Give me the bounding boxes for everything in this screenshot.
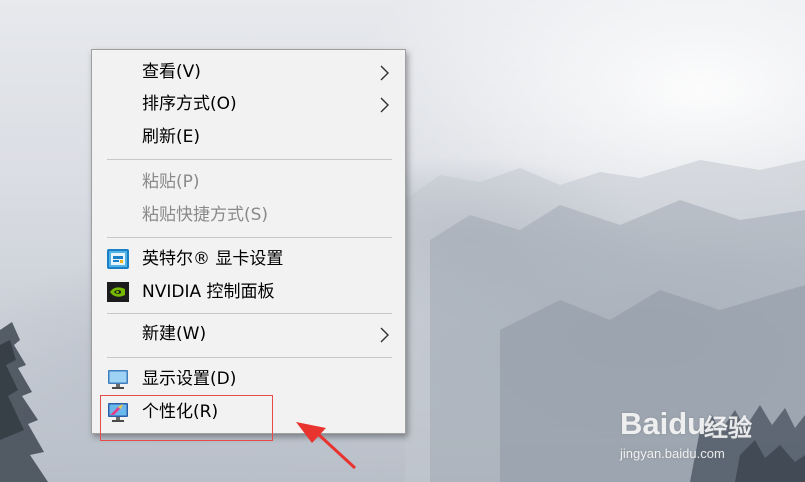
- watermark-url: jingyan.baidu.com: [620, 446, 725, 461]
- watermark-suffix: 经验: [704, 414, 752, 442]
- watermark-brand: Baidu: [620, 406, 707, 441]
- baidu-jingyan-watermark: Baidu 经验 jingyan.baidu.com: [612, 392, 792, 472]
